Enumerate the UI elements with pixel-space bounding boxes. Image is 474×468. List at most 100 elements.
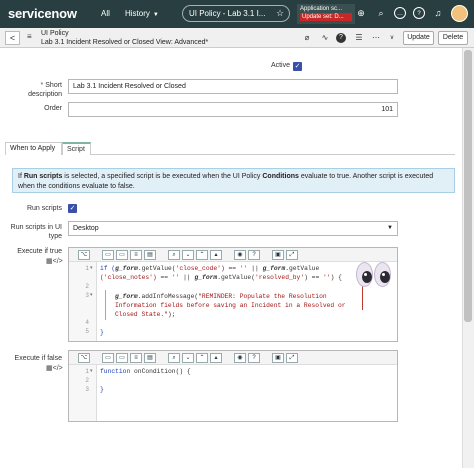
code-line: Closed State."); bbox=[115, 311, 176, 318]
record-title-pill[interactable]: UI Policy - Lab 3.1 I... bbox=[182, 5, 290, 22]
line-number: 3 bbox=[85, 292, 89, 299]
uncomment-icon[interactable]: ▭ bbox=[116, 353, 128, 363]
update-button[interactable]: Update bbox=[403, 31, 434, 45]
code-line: } bbox=[100, 329, 104, 336]
execute-if-false-editor[interactable]: ⌥ ▭ ▭ ≡ ▤ ⌕ ⌄ ⌃ ▴ ◉ ? ▣ ⤢ 1 ▾ 2 3 functi… bbox=[68, 350, 398, 422]
help-icon[interactable]: ? bbox=[413, 7, 425, 19]
fullscreen-icon[interactable]: ⤢ bbox=[286, 250, 298, 260]
run-scripts-label: Run scripts bbox=[26, 205, 62, 212]
delete-button[interactable]: Delete bbox=[438, 31, 468, 45]
code-line: function onCondition() { bbox=[100, 368, 191, 375]
uncomment-icon[interactable]: ▭ bbox=[116, 250, 128, 260]
code-line: ('close_notes') == '' || g_form.getValue… bbox=[100, 274, 342, 281]
active-checkbox[interactable]: ✓ bbox=[293, 62, 302, 71]
chat-icon[interactable]: … bbox=[394, 7, 406, 19]
scope-indicator[interactable]: Application sc... Update set: D... bbox=[297, 4, 355, 24]
right-eye bbox=[374, 262, 391, 287]
top-navigation-bar: servicenow All History ▼ UI Policy - Lab … bbox=[0, 0, 474, 28]
toggle-syntax-icon[interactable]: ⌥ bbox=[78, 353, 90, 363]
order-input[interactable]: 101 bbox=[68, 102, 398, 117]
format-icon[interactable]: ≡ bbox=[130, 250, 142, 260]
record-type: UI Policy bbox=[41, 30, 69, 37]
back-button[interactable]: < bbox=[5, 31, 20, 45]
servicenow-logo[interactable]: servicenow bbox=[8, 6, 77, 21]
run-scripts-checkbox[interactable]: ✓ bbox=[68, 204, 77, 213]
replace-icon[interactable]: ▤ bbox=[144, 250, 156, 260]
star-icon[interactable]: ☆ bbox=[276, 8, 284, 19]
editor-toolbar: ⌥ ▭ ▭ ≡ ▤ ⌕ ⌄ ⌃ ▴ ◉ ? ▣ ⤢ bbox=[69, 248, 397, 262]
code-line: } bbox=[100, 386, 104, 393]
globe-icon[interactable]: ⊕ bbox=[355, 7, 367, 19]
line-number: 5 bbox=[85, 328, 89, 335]
toggle-syntax-icon[interactable]: ⌥ bbox=[78, 250, 90, 260]
view-name[interactable]: View: Advanced* bbox=[156, 39, 208, 46]
replace-all-icon[interactable]: ▴ bbox=[210, 250, 222, 260]
help-icon[interactable]: ? bbox=[248, 250, 260, 260]
code-line: Information fields before saving an Inci… bbox=[115, 302, 346, 309]
scrollbar-thumb[interactable] bbox=[464, 50, 472, 322]
help-icon[interactable]: ? bbox=[336, 33, 346, 43]
tab-bar: When to Apply Script bbox=[5, 142, 455, 155]
code-area[interactable]: 1 ▾ 2 3 function onCondition() { } bbox=[69, 365, 397, 421]
code-line: g_form.addInfoMessage("REMINDER: Populat… bbox=[115, 293, 327, 300]
replace-icon[interactable]: ▤ bbox=[144, 353, 156, 363]
ui-type-select[interactable]: Desktop ▼ bbox=[68, 221, 398, 236]
fold-icon[interactable]: ▾ bbox=[90, 265, 93, 271]
format-icon[interactable]: ≡ bbox=[130, 353, 142, 363]
chevron-down-icon: ▼ bbox=[152, 12, 159, 18]
down-icon[interactable]: ⌃ bbox=[196, 353, 208, 363]
form-header: < ≡ UI Policy Lab 3.1 Incident Resolved … bbox=[0, 28, 474, 48]
left-shine bbox=[364, 273, 367, 276]
line-number: 2 bbox=[85, 283, 89, 290]
activity-icon[interactable]: ∿ bbox=[320, 33, 330, 43]
chevron-left-icon: < bbox=[9, 33, 16, 43]
help-icon[interactable]: ? bbox=[248, 353, 260, 363]
run-scripts-in-ui-type-label: Run scripts in UI type bbox=[10, 224, 62, 240]
scope-icon[interactable]: ◉ bbox=[234, 353, 246, 363]
left-pupil bbox=[362, 271, 372, 283]
script-options-icon[interactable]: ▦</> bbox=[46, 364, 64, 372]
menu-icon[interactable]: ≡ bbox=[27, 32, 32, 42]
fold-icon[interactable]: ▾ bbox=[90, 368, 93, 374]
execute-if-true-editor[interactable]: ⌥ ▭ ▭ ≡ ▤ ⌕ ⌄ ⌃ ▴ ◉ ? ▣ ⤢ 1 ▾ 2 3 ▾ 4 5 … bbox=[68, 247, 398, 342]
save-icon[interactable]: ▣ bbox=[272, 353, 284, 363]
search-icon[interactable]: ⌕ bbox=[168, 250, 180, 260]
fullscreen-icon[interactable]: ⤢ bbox=[286, 353, 298, 363]
attachment-icon[interactable]: ⌀ bbox=[302, 33, 312, 43]
chevron-down-icon[interactable]: ∨ bbox=[387, 33, 397, 43]
line-number: 2 bbox=[85, 377, 89, 384]
script-options-icon[interactable]: ▦</> bbox=[46, 257, 64, 265]
update-set-text: Update set: D... bbox=[300, 13, 352, 21]
avatar[interactable] bbox=[451, 5, 468, 22]
down-icon[interactable]: ⌃ bbox=[196, 250, 208, 260]
comment-icon[interactable]: ▭ bbox=[102, 250, 114, 260]
short-description-input[interactable]: Lab 3.1 Incident Resolved or Closed bbox=[68, 79, 398, 94]
right-shine bbox=[382, 273, 385, 276]
page-title: UI Policy Lab 3.1 Incident Resolved or C… bbox=[41, 29, 208, 47]
sliders-icon[interactable]: ☰ bbox=[354, 33, 364, 43]
search-icon[interactable]: ⌕ bbox=[168, 353, 180, 363]
up-icon[interactable]: ⌄ bbox=[182, 353, 194, 363]
editor-toolbar: ⌥ ▭ ▭ ≡ ▤ ⌕ ⌄ ⌃ ▴ ◉ ? ▣ ⤢ bbox=[69, 351, 397, 365]
up-icon[interactable]: ⌄ bbox=[182, 250, 194, 260]
line-number: 1 bbox=[85, 265, 89, 272]
active-label: Active bbox=[270, 62, 290, 69]
scope-icon[interactable]: ◉ bbox=[234, 250, 246, 260]
bell-icon[interactable]: ♫ bbox=[432, 7, 444, 19]
code-area[interactable]: 1 ▾ 2 3 ▾ 4 5 if (g_form.getValue('close… bbox=[69, 262, 397, 341]
fold-icon[interactable]: ▾ bbox=[90, 292, 93, 298]
replace-all-icon[interactable]: ▴ bbox=[210, 353, 222, 363]
tab-script[interactable]: Script bbox=[62, 142, 91, 155]
search-icon[interactable]: ⌕ bbox=[375, 7, 387, 19]
tab-when-to-apply[interactable]: When to Apply bbox=[5, 142, 62, 155]
left-eye bbox=[356, 262, 373, 287]
more-icon[interactable]: ⋯ bbox=[371, 33, 381, 43]
right-pupil bbox=[380, 271, 390, 283]
order-label: Order bbox=[44, 105, 62, 112]
save-icon[interactable]: ▣ bbox=[272, 250, 284, 260]
short-description-label: * Short description bbox=[28, 82, 62, 98]
nav-all[interactable]: All bbox=[101, 9, 110, 18]
comment-icon[interactable]: ▭ bbox=[102, 353, 114, 363]
execute-if-true-label: Execute if true bbox=[17, 248, 62, 255]
nav-history[interactable]: History ▼ bbox=[125, 9, 159, 18]
